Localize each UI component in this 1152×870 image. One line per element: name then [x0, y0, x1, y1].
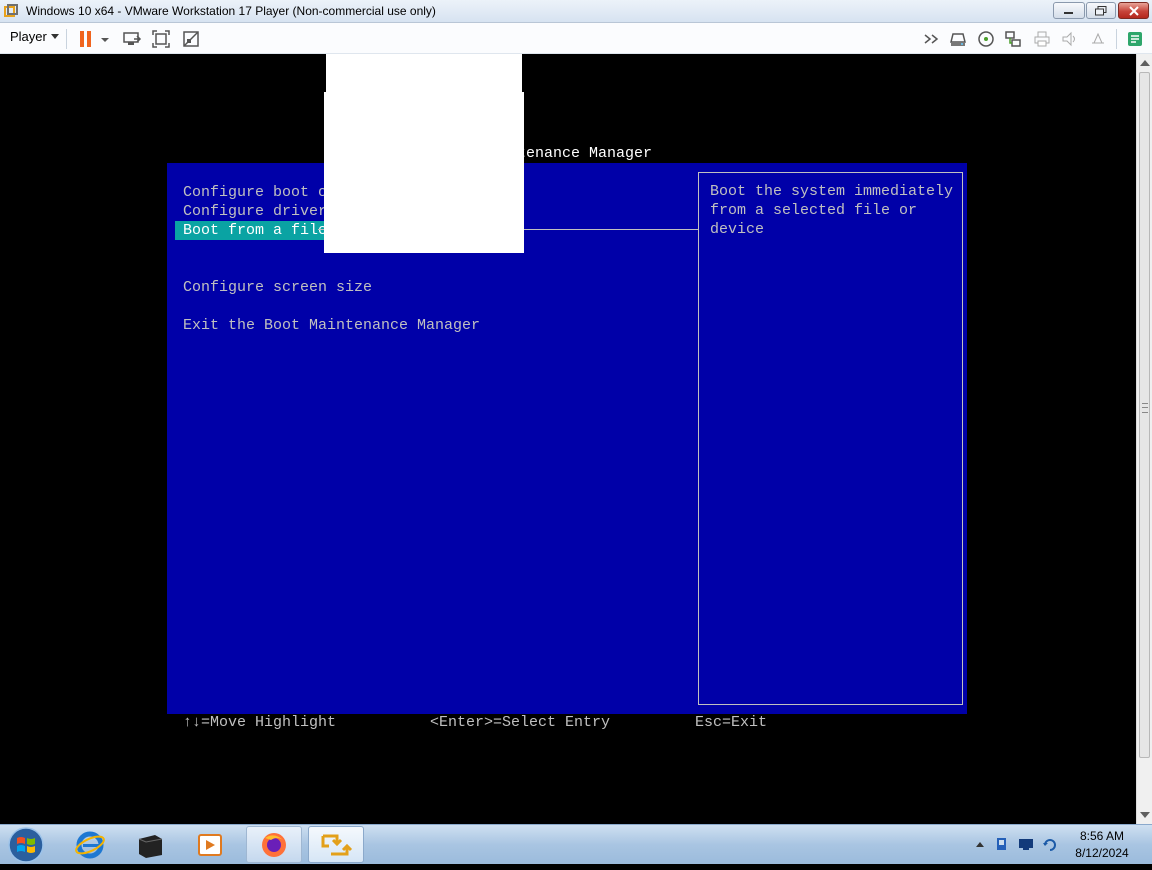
pause-icon[interactable] — [76, 29, 96, 49]
menu-item-configure-boot-options[interactable]: Configure boot opt — [182, 183, 346, 202]
sound-card-icon[interactable] — [1060, 29, 1080, 49]
vmware-app-icon — [4, 4, 18, 17]
uefi-page-title: ntenance Manager — [508, 145, 653, 162]
tray-sync-icon[interactable] — [1042, 836, 1058, 852]
toolbar-separator — [66, 29, 67, 49]
scroll-up-arrow-icon[interactable] — [1140, 60, 1150, 66]
taskbar: 8:56 AM 8/12/2024 — [0, 824, 1152, 864]
hard-disk-icon[interactable] — [948, 29, 968, 49]
window-title: Windows 10 x64 - VMware Workstation 17 P… — [26, 4, 436, 18]
network-adapter-icon[interactable] — [1003, 29, 1023, 49]
printer-icon[interactable] — [1032, 29, 1052, 49]
windows-logo-icon — [8, 827, 44, 863]
scroll-down-arrow-icon[interactable] — [1140, 812, 1150, 818]
show-hidden-icons-chevron-icon[interactable] — [972, 836, 988, 852]
minimize-button[interactable] — [1053, 2, 1085, 19]
taskbar-internet-explorer[interactable] — [62, 826, 118, 863]
usb-icon[interactable] — [1088, 29, 1108, 49]
vmware-player-icon — [321, 834, 353, 855]
menu-item-exit-boot-maintenance[interactable]: Exit the Boot Maintenance Manager — [182, 316, 481, 335]
tray-network-icon[interactable] — [994, 836, 1010, 852]
unity-icon[interactable] — [181, 29, 201, 49]
help-panel: Boot the system immediately from a selec… — [698, 172, 963, 705]
cd-dvd-icon[interactable] — [976, 29, 996, 49]
clock-time: 8:56 AM — [1079, 829, 1125, 843]
chevron-down-icon — [50, 34, 59, 39]
tray-display-icon[interactable] — [1018, 836, 1034, 852]
hint-select-entry: <Enter>=Select Entry — [430, 714, 611, 731]
taskbar-clock[interactable]: 8:56 AM 8/12/2024 — [1064, 828, 1140, 862]
menu-item-configure-drivers[interactable]: Configure drivers — [182, 202, 337, 221]
redaction-notch — [522, 54, 524, 92]
taskbar-terminal[interactable] — [122, 826, 178, 863]
restore-button[interactable] — [1086, 2, 1116, 19]
vm-display[interactable]: ntenance Manager Configure boot opt Conf… — [0, 54, 1136, 824]
close-button[interactable] — [1118, 2, 1149, 19]
hint-move-highlight: ↑↓=Move Highlight — [183, 714, 337, 731]
grip-icon — [1142, 403, 1148, 413]
full-screen-icon[interactable] — [151, 29, 171, 49]
redaction-notch — [324, 54, 326, 92]
minimize-icon — [1064, 11, 1073, 14]
restore-icon — [1095, 5, 1107, 15]
scrollbar-thumb[interactable] — [1139, 72, 1150, 758]
forward-icon[interactable] — [922, 29, 942, 49]
menu-item-configure-screen-size[interactable]: Configure screen size — [182, 278, 373, 297]
player-toolbar: Player — [0, 23, 1152, 54]
toolbar-separator — [1116, 29, 1117, 49]
send-ctrl-alt-del-icon[interactable] — [122, 29, 142, 49]
hint-exit: Esc=Exit — [695, 714, 768, 731]
taskbar-media-player[interactable] — [182, 826, 238, 863]
taskbar-vmware-player[interactable] — [308, 826, 364, 863]
firefox-icon — [262, 832, 286, 857]
window-title-bar[interactable]: Windows 10 x64 - VMware Workstation 17 P… — [0, 0, 1152, 23]
menu-item-boot-from-file[interactable]: Boot from a file — [175, 221, 336, 240]
clock-date: 8/12/2024 — [1075, 846, 1129, 860]
boot-maintenance-panel: Configure boot opt Configure drivers Boo… — [167, 163, 967, 714]
start-button[interactable] — [4, 825, 48, 865]
help-text: Boot the system immediately from a selec… — [710, 183, 954, 238]
redaction-box — [324, 54, 524, 253]
media-player-icon — [198, 833, 222, 856]
close-icon — [1128, 5, 1139, 16]
vertical-scrollbar[interactable] — [1136, 54, 1152, 824]
message-log-icon[interactable] — [1125, 29, 1145, 49]
terminal-icon — [138, 834, 163, 858]
player-menu-button[interactable]: Player — [6, 29, 63, 47]
player-menu-label: Player — [10, 29, 47, 44]
internet-explorer-icon — [75, 831, 105, 858]
dropdown-caret-icon[interactable] — [98, 29, 112, 49]
taskbar-firefox[interactable] — [246, 826, 302, 863]
